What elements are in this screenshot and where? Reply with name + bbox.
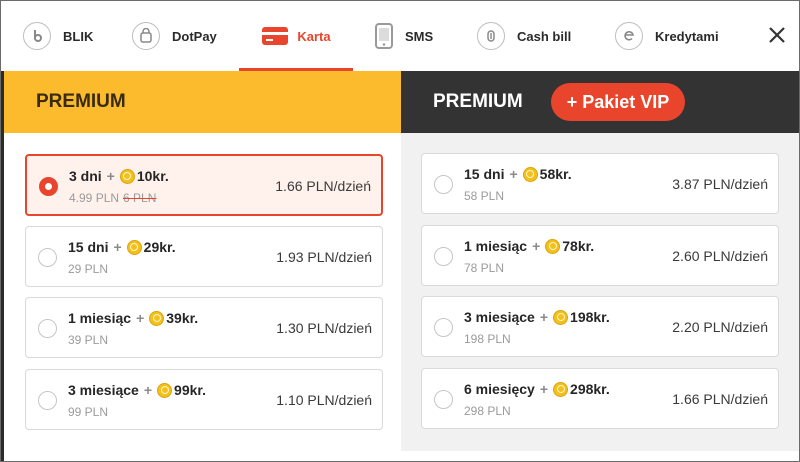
coin-icon: [553, 309, 569, 325]
tab-label: Kredytami: [655, 28, 719, 44]
tab-label: Karta: [297, 28, 331, 44]
plan-price: 198 PLN: [464, 332, 511, 346]
dotpay-icon: [132, 22, 160, 50]
price-per-day: 2.60 PLN/dzień: [672, 248, 768, 264]
coin-icon: [553, 381, 569, 397]
plan-price: 29 PLN: [68, 262, 109, 276]
coin-icon: [119, 168, 135, 184]
radio-button[interactable]: [434, 318, 453, 337]
plan-price: 39 PLN: [68, 333, 109, 347]
plan-option[interactable]: 3 miesiące + 198kr. 198 PLN 2.20 PLN/dzi…: [421, 296, 779, 357]
radio-button[interactable]: [434, 175, 453, 194]
plan-title: 15 dni + 29kr.: [68, 239, 176, 255]
price-per-day: 3.87 PLN/dzień: [672, 176, 768, 192]
vip-header-title: PREMIUM: [433, 91, 523, 112]
sms-icon: [373, 22, 397, 50]
tab-kredytami[interactable]: Kredytami: [615, 1, 719, 71]
plan-title: 3 dni + 10kr.: [69, 168, 169, 184]
payment-method-tabs: BLIK DotPay Karta SMS Cash bill Kredytam…: [1, 1, 799, 71]
tab-label: DotPay: [172, 28, 217, 44]
close-button[interactable]: [763, 21, 791, 49]
price-per-day: 1.66 PLN/dzień: [672, 391, 768, 407]
close-icon: [769, 27, 785, 43]
plan-option[interactable]: 3 miesiące + 99kr. 99 PLN 1.10 PLN/dzień: [25, 369, 383, 430]
vip-package-button[interactable]: + Pakiet VIP: [550, 83, 686, 121]
plan-title: 3 miesiące + 99kr.: [68, 382, 206, 398]
plan-title: 3 miesiące + 198kr.: [464, 309, 610, 325]
cashbill-icon: [477, 22, 505, 50]
tab-blik[interactable]: BLIK: [23, 1, 93, 71]
plan-option[interactable]: 1 miesiąc + 78kr. 78 PLN 2.60 PLN/dzień: [421, 225, 779, 286]
vip-header: PREMIUM + Pakiet VIP: [401, 71, 799, 133]
premium-panel: PREMIUM 3 dni + 10kr. 4.99 PLN 6 PLN 1.66…: [1, 71, 401, 461]
tab-label: BLIK: [63, 28, 94, 44]
vip-plans-area: 15 dni + 58kr. 58 PLN 3.87 PLN/dzień 1 m…: [401, 133, 799, 451]
plan-price: 4.99 PLN 6 PLN: [69, 191, 157, 205]
tab-label: SMS: [405, 28, 434, 44]
plan-option[interactable]: 15 dni + 29kr. 29 PLN 1.93 PLN/dzień: [25, 226, 383, 287]
coin-icon: [545, 238, 561, 254]
price-per-day: 1.93 PLN/dzień: [276, 249, 372, 265]
payment-modal: BLIK DotPay Karta SMS Cash bill Kredytam…: [0, 0, 800, 462]
tab-karta[interactable]: Karta: [239, 1, 353, 71]
panel-bottom-strip: [401, 451, 799, 461]
price-per-day: 1.30 PLN/dzień: [276, 320, 372, 336]
tab-label: Cash bill: [517, 28, 572, 44]
plan-title: 6 miesięcy + 298kr.: [464, 381, 610, 397]
plan-price: 298 PLN: [464, 404, 511, 418]
plan-option[interactable]: 1 miesiąc + 39kr. 39 PLN 1.30 PLN/dzień: [25, 297, 383, 358]
plan-title: 1 miesiąc + 39kr.: [68, 310, 199, 326]
coin-icon: [522, 166, 538, 182]
radio-button[interactable]: [434, 390, 453, 409]
radio-button[interactable]: [38, 248, 57, 267]
plan-option[interactable]: 3 dni + 10kr. 4.99 PLN 6 PLN 1.66 PLN/dzi…: [25, 154, 383, 216]
radio-button[interactable]: [39, 177, 58, 196]
radio-button[interactable]: [38, 319, 57, 338]
plan-price: 99 PLN: [68, 405, 109, 419]
coin-icon: [157, 382, 173, 398]
plan-option[interactable]: 15 dni + 58kr. 58 PLN 3.87 PLN/dzień: [421, 153, 779, 214]
plan-title: 15 dni + 58kr.: [464, 166, 572, 182]
premium-header: PREMIUM: [4, 71, 401, 133]
price-per-day: 1.10 PLN/dzień: [276, 392, 372, 408]
tab-cashbill[interactable]: Cash bill: [477, 1, 571, 71]
old-price: 6 PLN: [123, 191, 157, 205]
card-icon: [261, 25, 289, 47]
price-per-day: 2.20 PLN/dzień: [672, 319, 768, 335]
plan-title: 1 miesiąc + 78kr.: [464, 238, 595, 254]
blik-icon: [23, 22, 51, 50]
vip-panel: PREMIUM + Pakiet VIP 15 dni + 58kr. 58 P…: [401, 71, 799, 461]
radio-button[interactable]: [434, 247, 453, 266]
price-per-day: 1.66 PLN/dzień: [275, 178, 371, 194]
plan-price: 58 PLN: [464, 189, 505, 203]
radio-button[interactable]: [38, 391, 57, 410]
plan-option[interactable]: 6 miesięcy + 298kr. 298 PLN 1.66 PLN/dzi…: [421, 368, 779, 429]
tab-sms[interactable]: SMS: [373, 1, 433, 71]
credits-icon: [615, 22, 643, 50]
coin-icon: [126, 239, 142, 255]
plan-price: 78 PLN: [464, 261, 505, 275]
tab-dotpay[interactable]: DotPay: [132, 1, 217, 71]
coin-icon: [149, 310, 165, 326]
